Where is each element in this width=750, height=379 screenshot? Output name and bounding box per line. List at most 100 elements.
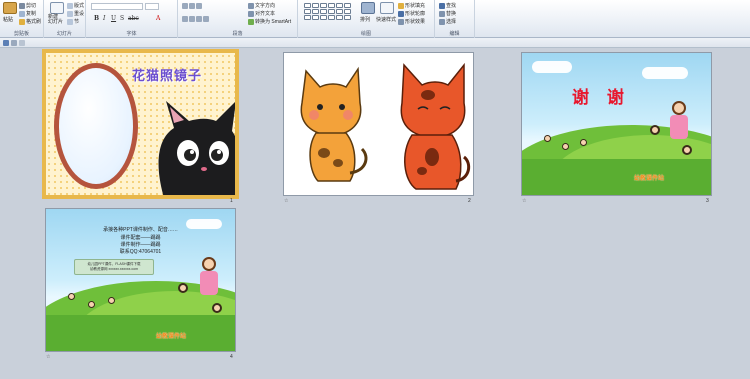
paragraph-group: 文字方向 对齐文本 转换为 SmartArt 段落 [178,0,298,38]
select-button[interactable]: 选择 [439,18,456,25]
child-figure [88,301,95,308]
copy-icon [19,10,25,17]
slide-2-transition-icon[interactable]: ☆ [284,198,288,204]
slide-thumbnail-2[interactable] [283,52,474,196]
child-figure [580,139,587,146]
bullets-button[interactable] [182,3,202,9]
replace-label: 替换 [446,11,457,17]
quick-styles-icon[interactable] [380,2,394,14]
bullets-icon [182,3,188,9]
drawing-group-label: 绘图 [360,31,371,37]
section-label: 节 [74,19,80,25]
layout-button[interactable]: 版式 [67,2,84,9]
new-slide-button[interactable]: 新建 幻灯片 [48,15,63,25]
child-figure [650,125,660,135]
reset-label: 重设 [74,11,85,17]
cut-label: 剪切 [26,3,37,9]
slide-4-line-4: 联系QQ:47064701 [119,249,162,255]
teacher-body [200,271,218,295]
reset-icon [67,10,73,17]
slide-thumbnail-3[interactable]: 谢 谢 幼教课件站 [521,52,712,196]
slide-sorter: 花猫照镜子 1 ☆ 2 谢 谢 幼教课件站 ☆ 3 承接各种PPT课件制作、配音… [0,48,750,379]
layout-label: 版式 [74,3,85,9]
grid-view-icon[interactable] [11,40,17,46]
smartart-label: 转换为 SmartArt [255,19,292,25]
cloud [642,67,688,79]
arrange-icon[interactable] [361,2,375,14]
slide-4-brand-logo: 幼教课件站 [156,334,187,340]
underline-button[interactable]: U [111,15,116,22]
shadow-button[interactable]: S [120,15,124,22]
align-text-icon [248,10,254,17]
child-figure [682,145,692,155]
slide-number-2: 2 [468,198,471,204]
arrange-button[interactable]: 排列 [360,16,370,23]
child-figure [212,303,222,313]
teacher-figure [672,101,686,115]
editing-group: 查找 替换 选择 编辑 [435,0,475,38]
indent-icon [196,3,202,9]
align-right-icon [196,16,202,22]
child-figure [68,293,75,300]
shape-effects-label: 形状效果 [405,19,426,25]
font-color-button[interactable]: A [156,15,160,22]
grass [522,159,711,195]
slide-4-line-2: 课件配套——踢踢 [120,235,161,241]
slide-4-transition-icon[interactable]: ☆ [46,354,50,360]
text-direction-button[interactable]: 文字方向 [248,2,275,9]
slides-group: 新建 幻灯片 版式 重设 节 幻灯片 [44,0,86,38]
font-size-combo[interactable] [145,3,159,10]
slide-3-brand-logo: 幼教课件站 [634,176,665,182]
paste-icon[interactable] [3,2,17,14]
cursor-icon [439,18,445,25]
align-text-label: 对齐文本 [255,11,276,17]
new-slide-icon[interactable] [50,2,64,14]
quick-styles-button[interactable]: 快速样式 [376,16,396,23]
slide-4-info-box: 幼儿园PPT课件、FLASH课件下载 幼教资源网 xxxxxx.xxxxxx.c… [74,259,154,275]
justify-icon [203,16,209,22]
shape-fill-button[interactable]: 形状填充 [398,2,425,9]
text-direction-icon [248,2,254,9]
clipboard-group: 粘贴 剪切 复制 格式刷 剪贴板 [0,0,44,38]
text-direction-label: 文字方向 [255,3,276,9]
fill-bucket-icon [398,2,404,9]
section-button[interactable]: 节 [67,18,79,25]
slide-3-transition-icon[interactable]: ☆ [522,198,526,204]
smartart-button[interactable]: 转换为 SmartArt [248,18,291,25]
pen-icon [398,10,404,17]
format-painter-label: 格式刷 [26,19,42,25]
child-figure [544,135,551,142]
strikethrough-button[interactable]: abc [128,15,139,22]
numbering-icon [189,3,195,9]
child-figure [178,283,188,293]
copy-button[interactable]: 复制 [19,10,36,17]
replace-button[interactable]: 替换 [439,10,456,17]
align-text-button[interactable]: 对齐文本 [248,10,275,17]
shape-outline-button[interactable]: 形状轮廓 [398,10,425,17]
slide-3-title: 谢 谢 [572,88,630,108]
italic-button[interactable]: I [103,15,105,22]
paragraph-group-label: 段落 [232,31,243,37]
shapes-gallery[interactable] [304,3,351,20]
slide-thumbnail-4[interactable]: 承接各种PPT课件制作、配音…… 课件配套——踢踢 课件制作——踢踢 联系QQ:… [45,208,236,352]
find-button[interactable]: 查找 [439,2,456,9]
layout-icon [67,2,73,9]
two-cats-image [300,62,471,190]
cut-button[interactable]: 剪切 [19,2,36,9]
align-buttons[interactable] [182,16,209,22]
save-icon[interactable] [3,40,9,46]
paste-button[interactable]: 粘贴 [3,16,13,23]
font-name-combo[interactable] [91,3,143,10]
shape-effects-button[interactable]: 形状效果 [398,18,425,25]
slide-4-box-line-2: 幼教资源网 xxxxxx.xxxxxx.com [89,267,139,271]
dropdown-icon[interactable] [19,40,25,46]
bold-button[interactable]: B [94,15,99,22]
reset-button[interactable]: 重设 [67,10,84,17]
slides-group-label: 幻灯片 [56,31,72,37]
binoculars-icon [439,2,445,9]
shape-fill-label: 形状填充 [405,3,426,9]
teacher-body [670,115,688,139]
slide-thumbnail-1[interactable]: 花猫照镜子 [42,49,239,199]
scissors-icon [19,2,25,9]
format-painter-button[interactable]: 格式刷 [19,18,41,25]
